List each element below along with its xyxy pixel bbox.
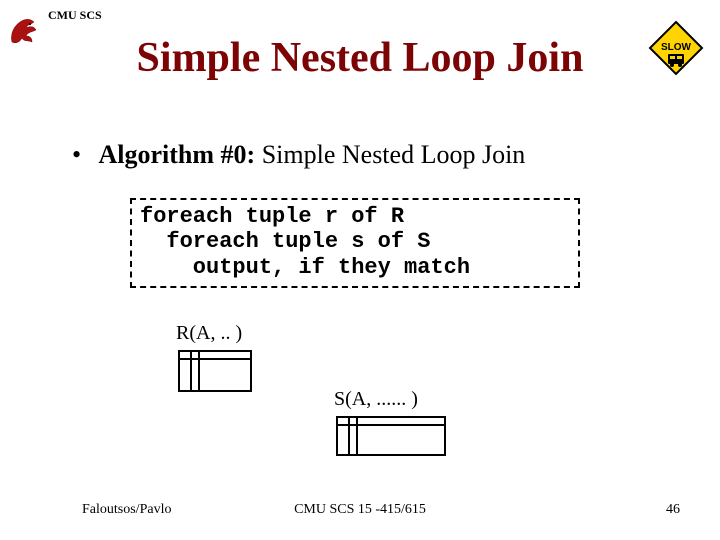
relation-r-diagram	[178, 350, 252, 392]
code-line-2: foreach tuple s of S	[140, 229, 570, 254]
table-row-sep	[180, 358, 250, 360]
bullet-line: • Algorithm #0: Simple Nested Loop Join	[72, 140, 680, 170]
code-line-3: output, if they match	[140, 255, 570, 280]
footer-course: CMU SCS 15 -415/615	[0, 502, 720, 518]
slide: CMU SCS SLOW Simple Nested Loop Join • A…	[0, 0, 720, 540]
slide-title: Simple Nested Loop Join	[0, 34, 720, 82]
relation-s-label: S(A, ...... )	[334, 388, 418, 411]
org-label: CMU SCS	[48, 8, 102, 23]
pseudocode-box: foreach tuple r of R foreach tuple s of …	[130, 198, 580, 288]
relation-s-diagram	[336, 416, 446, 456]
code-line-1: foreach tuple r of R	[140, 204, 570, 229]
footer-page-num: 46	[666, 502, 680, 518]
relation-r-label: R(A, .. )	[176, 322, 242, 345]
table-row-sep	[338, 424, 444, 426]
bullet-strong: Algorithm #0:	[99, 140, 256, 169]
bullet-rest: Simple Nested Loop Join	[255, 140, 525, 169]
bullet-dot-icon: •	[72, 140, 92, 170]
